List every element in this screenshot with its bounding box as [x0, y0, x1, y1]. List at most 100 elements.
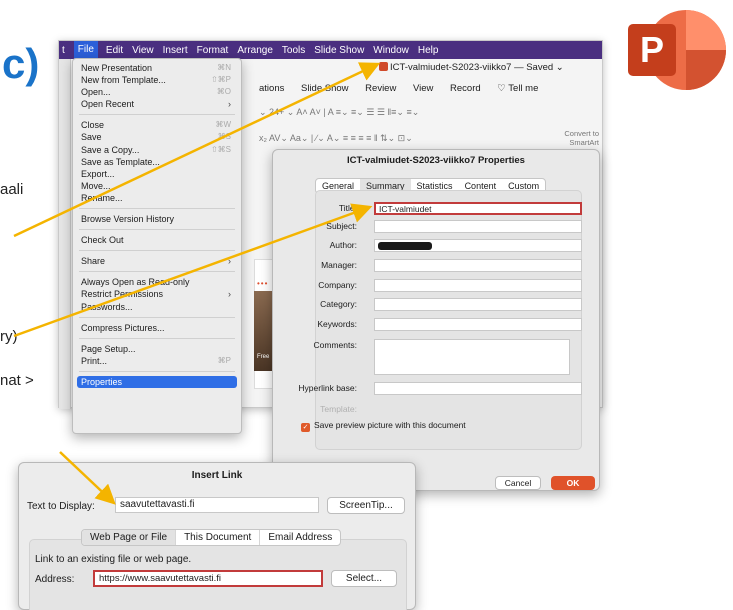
menu-format[interactable]: Format — [197, 45, 229, 56]
file-menu-item-page-setup[interactable]: Page Setup... — [73, 343, 241, 355]
file-menu-item-new-from-template[interactable]: New from Template... ⇧⌘P — [73, 74, 241, 86]
menu-help[interactable]: Help — [418, 45, 439, 56]
menu-window[interactable]: Window — [373, 45, 409, 56]
file-menu-item-label: Browse Version History — [81, 214, 175, 225]
menu-separator — [79, 337, 235, 339]
category-row: Category: — [316, 298, 582, 312]
file-menu-item-passwords[interactable]: Passwords... — [73, 301, 241, 313]
comments-label: Comments: — [313, 340, 357, 350]
menu-slide-show[interactable]: Slide Show — [314, 45, 364, 56]
title-label: Title: — [338, 203, 357, 213]
file-menu-item-browse-version-history[interactable]: Browse Version History — [73, 213, 241, 225]
slide-thumbnail-strip — [59, 59, 71, 409]
checkbox-checked-icon[interactable]: ✓ — [301, 423, 310, 432]
menu-arrange[interactable]: Arrange — [237, 45, 273, 56]
screenshot-stage: c) aali ry) nat > P t File Edit View Ins… — [0, 0, 733, 610]
comments-field[interactable] — [374, 339, 570, 375]
manager-field[interactable] — [374, 259, 582, 272]
category-field[interactable] — [374, 298, 582, 311]
file-menu-item-label: Open Recent — [81, 99, 135, 110]
file-menu-item-new-presentation[interactable]: New Presentation ⌘N — [73, 62, 241, 74]
file-menu-item-label: Share — [81, 256, 106, 267]
ok-button[interactable]: OK — [551, 476, 595, 490]
subject-field[interactable] — [374, 220, 582, 233]
menu-separator — [79, 229, 235, 231]
background-heading-fragment: c) — [2, 40, 40, 87]
cancel-button[interactable]: Cancel — [495, 476, 541, 490]
ribbon-tab-animations[interactable]: ations — [259, 83, 284, 94]
shortcut-label: ⇧⌘P — [210, 75, 231, 85]
screentip-button[interactable]: ScreenTip... — [327, 497, 405, 514]
file-menu-item-export[interactable]: Export... — [73, 168, 241, 180]
keywords-field[interactable] — [374, 318, 582, 331]
menu-edit[interactable]: Edit — [106, 45, 123, 56]
save-preview-checkbox[interactable]: ✓ Save preview picture with this document — [301, 420, 466, 432]
tab-this-document[interactable]: This Document — [176, 530, 261, 545]
file-menu-item-properties[interactable]: Properties — [77, 375, 237, 388]
ribbon-tab-slide-show[interactable]: Slide Show — [301, 83, 349, 94]
hyperlink-base-field[interactable] — [374, 382, 582, 395]
menu-insert[interactable]: Insert — [163, 45, 188, 56]
shortcut-label: ⌘P — [217, 355, 231, 365]
author-row: Author: — [316, 239, 582, 253]
manager-label: Manager: — [321, 260, 357, 270]
file-menu-item-restrict-permissions[interactable]: Restrict Permissions › — [73, 288, 241, 300]
file-menu-item-print[interactable]: Print... ⌘P — [73, 355, 241, 367]
shortcut-label: ⌘O — [216, 87, 231, 97]
author-field[interactable] — [374, 239, 582, 252]
shortcut-label: ⌘N — [217, 63, 231, 72]
file-menu-item-open[interactable]: Open... ⌘O — [73, 86, 241, 98]
menu-file[interactable]: File — [73, 41, 98, 59]
convert-to-smartart-button[interactable]: Convert to SmartArt — [561, 129, 599, 147]
file-menu-item-check-out[interactable]: Check Out — [73, 234, 241, 246]
text-to-display-label: Text to Display: — [27, 501, 95, 512]
file-menu-item-share[interactable]: Share › — [73, 255, 241, 267]
menu-separator — [79, 316, 235, 318]
file-menu-item-label: Restrict Permissions — [81, 289, 164, 300]
menu-separator — [79, 208, 235, 210]
ribbon-tab-review[interactable]: Review — [365, 83, 396, 94]
ribbon-tab-view[interactable]: View — [413, 83, 433, 94]
file-menu-item-save[interactable]: Save ⌘S — [73, 131, 241, 143]
title-field[interactable]: ICT-valmiudet — [374, 202, 582, 215]
file-menu-item-label: Export... — [81, 168, 115, 179]
hyperlink-row: Hyperlink base: — [298, 382, 582, 396]
slide-dots-icon: ••• — [257, 279, 269, 288]
menu-app-fragment[interactable]: t — [62, 45, 65, 56]
file-menu-dropdown: New Presentation ⌘N New from Template... ⇧⌘… — [72, 58, 242, 434]
menu-view[interactable]: View — [132, 45, 154, 56]
file-menu-item-compress-pictures[interactable]: Compress Pictures... — [73, 322, 241, 334]
file-menu-item-open-recent[interactable]: Open Recent › — [73, 98, 241, 110]
ribbon-tab-record[interactable]: Record — [450, 83, 481, 94]
title-row: Title: ICT-valmiudet — [316, 202, 582, 216]
address-field[interactable]: https://www.saavutettavasti.fi — [93, 570, 323, 587]
properties-dialog-title: ICT-valmiudet-S2023-viikko7 Properties — [347, 155, 525, 166]
file-menu-item-save-a-copy[interactable]: Save a Copy... ⇧⌘S — [73, 144, 241, 156]
company-field[interactable] — [374, 279, 582, 292]
file-menu-item-save-as-template[interactable]: Save as Template... — [73, 156, 241, 168]
file-menu-item-move[interactable]: Move... — [73, 180, 241, 192]
tab-web-page-or-file[interactable]: Web Page or File — [82, 530, 177, 545]
document-title-text: ICT-valmiudet-S2023-viikko7 — Saved ⌄ — [390, 62, 564, 73]
file-menu-item-label: Passwords... — [81, 301, 133, 312]
shortcut-label: ⌘W — [215, 120, 231, 130]
select-button[interactable]: Select... — [331, 570, 397, 587]
file-menu-item-close[interactable]: Close ⌘W — [73, 119, 241, 131]
keywords-label: Keywords: — [317, 319, 357, 329]
hyperlink-base-label: Hyperlink base: — [298, 383, 357, 393]
background-text-fragment-1: aali — [0, 181, 24, 198]
file-menu-item-always-open-as-read-only[interactable]: Always Open as Read-only — [73, 276, 241, 288]
tab-email-address[interactable]: Email Address — [260, 530, 340, 545]
chevron-right-icon: › — [228, 256, 231, 267]
file-menu-item-label: Save — [81, 132, 102, 143]
powerpoint-file-icon — [379, 62, 388, 71]
ribbon-tell-me[interactable]: ♡ Tell me — [497, 83, 538, 94]
document-title: ICT-valmiudet-S2023-viikko7 — Saved ⌄ — [379, 62, 564, 73]
menu-tools[interactable]: Tools — [282, 45, 305, 56]
file-menu-item-rename[interactable]: Rename... — [73, 192, 241, 204]
file-menu-item-label: Close — [81, 120, 105, 131]
text-to-display-field[interactable]: saavutettavasti.fi — [115, 497, 319, 513]
ribbon-format-tools: x₂ AV⌄ Aa⌄ | ∕⌄ A⌄ ≡ ≡ ≡ ≡ ‖ ⇅⌄ ⊡⌄ — [259, 133, 413, 143]
address-label: Address: — [35, 574, 75, 585]
summary-panel: Title: ICT-valmiudet Subject: Author: Ma… — [298, 190, 582, 450]
